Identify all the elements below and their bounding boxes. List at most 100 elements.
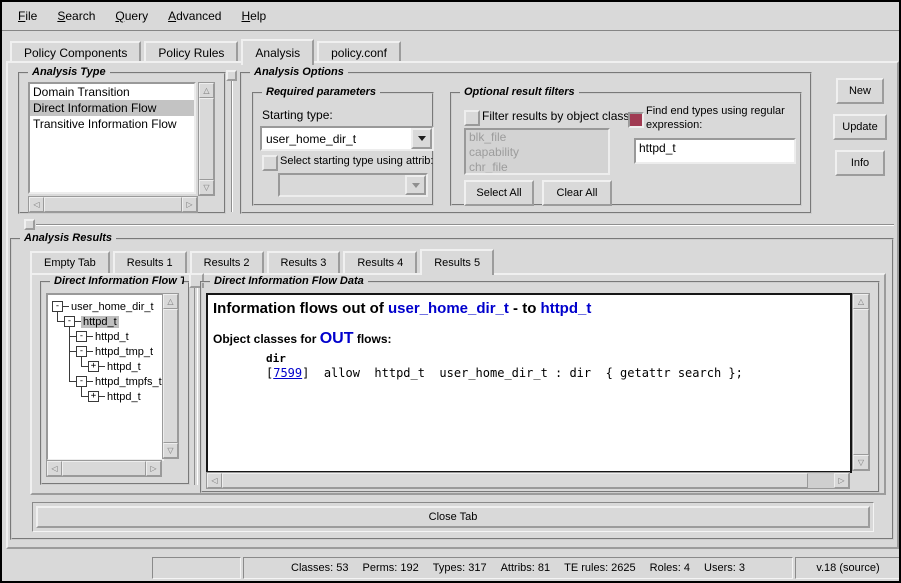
update-button[interactable]: Update <box>833 114 887 140</box>
filter-object-class-label[interactable]: Filter results by object class: <box>482 109 633 123</box>
flow-data-text[interactable]: Information flows out of user_home_dir_t… <box>206 293 852 473</box>
menu-help[interactable]: Help <box>231 6 276 26</box>
tab-results-4[interactable]: Results 4 <box>343 251 417 273</box>
scrollbar-thumb[interactable] <box>44 197 182 212</box>
attrib-checkbox-label[interactable]: Select starting type using attrib: <box>280 155 433 167</box>
tree-expand-icon[interactable]: - <box>52 301 63 312</box>
scrollbar-thumb[interactable] <box>222 473 808 488</box>
flow-data-group: Direct Information Flow Data Information… <box>200 281 880 493</box>
starting-type-combobox[interactable]: user_home_dir_t <box>260 126 434 151</box>
filter-object-class-checkbox[interactable] <box>464 110 480 126</box>
clear-all-button[interactable]: Clear All <box>542 180 612 206</box>
te-rule: [7599] allow httpd_t user_home_dir_t : d… <box>266 366 850 380</box>
attrib-combobox <box>278 173 428 197</box>
flow-subheading: Object classes for OUT flows: <box>213 330 850 348</box>
scroll-left-icon[interactable]: ◁ <box>47 461 62 476</box>
tree-expand-icon[interactable]: - <box>76 376 87 387</box>
scrollbar-thumb[interactable] <box>199 98 214 180</box>
tab-results-1[interactable]: Results 1 <box>113 251 187 273</box>
scroll-left-icon[interactable]: ◁ <box>29 197 44 212</box>
pane-sash-vertical[interactable] <box>231 74 233 212</box>
status-stats: Classes: 53 Perms: 192 Types: 317 Attrib… <box>243 557 793 579</box>
data-hscrollbar[interactable]: ◁ ▷ <box>206 472 850 489</box>
tab-results-2[interactable]: Results 2 <box>190 251 264 273</box>
tree-expand-icon[interactable]: - <box>64 316 75 327</box>
flow-tree[interactable]: -user_home_dir_t -httpd_t -httpd_t -http… <box>46 293 164 461</box>
tab-analysis[interactable]: Analysis <box>241 39 314 65</box>
analysis-type-listbox[interactable]: Domain Transition Direct Information Flo… <box>28 82 196 194</box>
analysis-type-vscrollbar[interactable]: △ ▽ <box>198 82 215 196</box>
dropdown-arrow-icon[interactable] <box>411 128 432 149</box>
select-all-button[interactable]: Select All <box>464 180 534 206</box>
data-vscrollbar[interactable]: △ ▽ <box>852 293 870 471</box>
tree-node[interactable]: -httpd_t <box>48 314 119 329</box>
scrollbar-thumb[interactable] <box>62 461 146 476</box>
pane-sash-horizontal[interactable] <box>36 224 894 226</box>
scroll-up-icon[interactable]: △ <box>163 294 178 309</box>
menu-bar: File Search Query Advanced Help <box>2 2 899 32</box>
scroll-right-icon[interactable]: ▷ <box>146 461 161 476</box>
tab-results-5[interactable]: Results 5 <box>420 249 494 275</box>
analysis-type-hscrollbar[interactable]: ◁ ▷ <box>28 196 198 213</box>
regex-checkbox[interactable] <box>628 112 644 128</box>
tree-node[interactable]: +httpd_t <box>48 359 143 374</box>
tree-node[interactable]: +httpd_t <box>48 389 143 404</box>
status-version: v.18 (source) <box>795 557 901 579</box>
tree-vscrollbar[interactable]: △ ▽ <box>162 293 179 459</box>
tab-results-3[interactable]: Results 3 <box>267 251 341 273</box>
analysis-options-title: Analysis Options <box>250 66 348 78</box>
stat-roles: Roles: 4 <box>650 562 690 574</box>
scroll-right-icon[interactable]: ▷ <box>834 473 849 488</box>
tree-node[interactable]: -httpd_tmp_t <box>48 344 155 359</box>
stat-classes: Classes: 53 <box>291 562 348 574</box>
scroll-down-icon[interactable]: ▽ <box>163 443 178 458</box>
menu-search[interactable]: Search <box>47 6 105 26</box>
tree-expand-icon[interactable]: + <box>88 391 99 402</box>
scroll-right-icon[interactable]: ▷ <box>182 197 197 212</box>
scroll-down-icon[interactable]: ▽ <box>853 455 869 470</box>
scroll-down-icon[interactable]: ▽ <box>199 180 214 195</box>
analysis-type-item[interactable]: Domain Transition <box>30 84 194 100</box>
status-empty-cell <box>152 557 241 579</box>
regex-input[interactable]: httpd_t <box>634 138 796 164</box>
required-parameters-title: Required parameters <box>262 86 380 98</box>
regex-checkbox-label[interactable]: Find end types using regular expression: <box>646 104 796 132</box>
object-class-listbox: blk_file capability chr_file <box>464 128 610 175</box>
object-class-item: chr_file <box>466 160 608 175</box>
tab-policy-conf[interactable]: policy.conf <box>317 41 401 63</box>
menu-advanced[interactable]: Advanced <box>158 6 231 26</box>
analysis-type-item[interactable]: Transitive Information Flow <box>30 116 194 132</box>
menu-query[interactable]: Query <box>105 6 158 26</box>
scroll-up-icon[interactable]: △ <box>853 294 869 309</box>
analysis-results-title: Analysis Results <box>20 232 116 244</box>
tree-expand-icon[interactable]: - <box>76 331 87 342</box>
rule-number-link[interactable]: 7599 <box>273 366 302 380</box>
tree-node[interactable]: -httpd_tmpfs_t <box>48 374 164 389</box>
starting-type-label: Starting type: <box>262 108 333 122</box>
tree-expand-icon[interactable]: - <box>76 346 87 357</box>
tree-node[interactable]: -user_home_dir_t <box>48 299 156 314</box>
required-parameters-group: Required parameters Starting type: user_… <box>252 92 434 206</box>
tree-node[interactable]: -httpd_t <box>48 329 131 344</box>
tab-policy-components[interactable]: Policy Components <box>10 41 141 63</box>
results-sash-vertical[interactable] <box>194 279 198 485</box>
tree-hscrollbar[interactable]: ◁ ▷ <box>46 460 162 477</box>
object-class-item: blk_file <box>466 130 608 145</box>
scroll-up-icon[interactable]: △ <box>199 83 214 98</box>
scroll-left-icon[interactable]: ◁ <box>207 473 222 488</box>
new-button[interactable]: New <box>836 78 884 104</box>
results-tab-bar: Empty Tab Results 1 Results 2 Results 3 … <box>30 250 497 273</box>
pane-sash-handle[interactable] <box>226 70 237 81</box>
scrollbar-thumb[interactable] <box>853 309 869 455</box>
tab-empty[interactable]: Empty Tab <box>30 251 110 273</box>
pane-sash-handle[interactable] <box>24 219 35 230</box>
info-button[interactable]: Info <box>835 150 885 176</box>
tab-policy-rules[interactable]: Policy Rules <box>144 41 238 63</box>
menu-file[interactable]: File <box>8 6 47 26</box>
object-class-name: dir <box>266 352 850 365</box>
scrollbar-thumb[interactable] <box>163 309 178 443</box>
attrib-checkbox[interactable] <box>262 155 278 171</box>
tree-expand-icon[interactable]: + <box>88 361 99 372</box>
close-tab-button[interactable]: Close Tab <box>36 506 870 528</box>
analysis-type-item-selected[interactable]: Direct Information Flow <box>30 100 194 116</box>
